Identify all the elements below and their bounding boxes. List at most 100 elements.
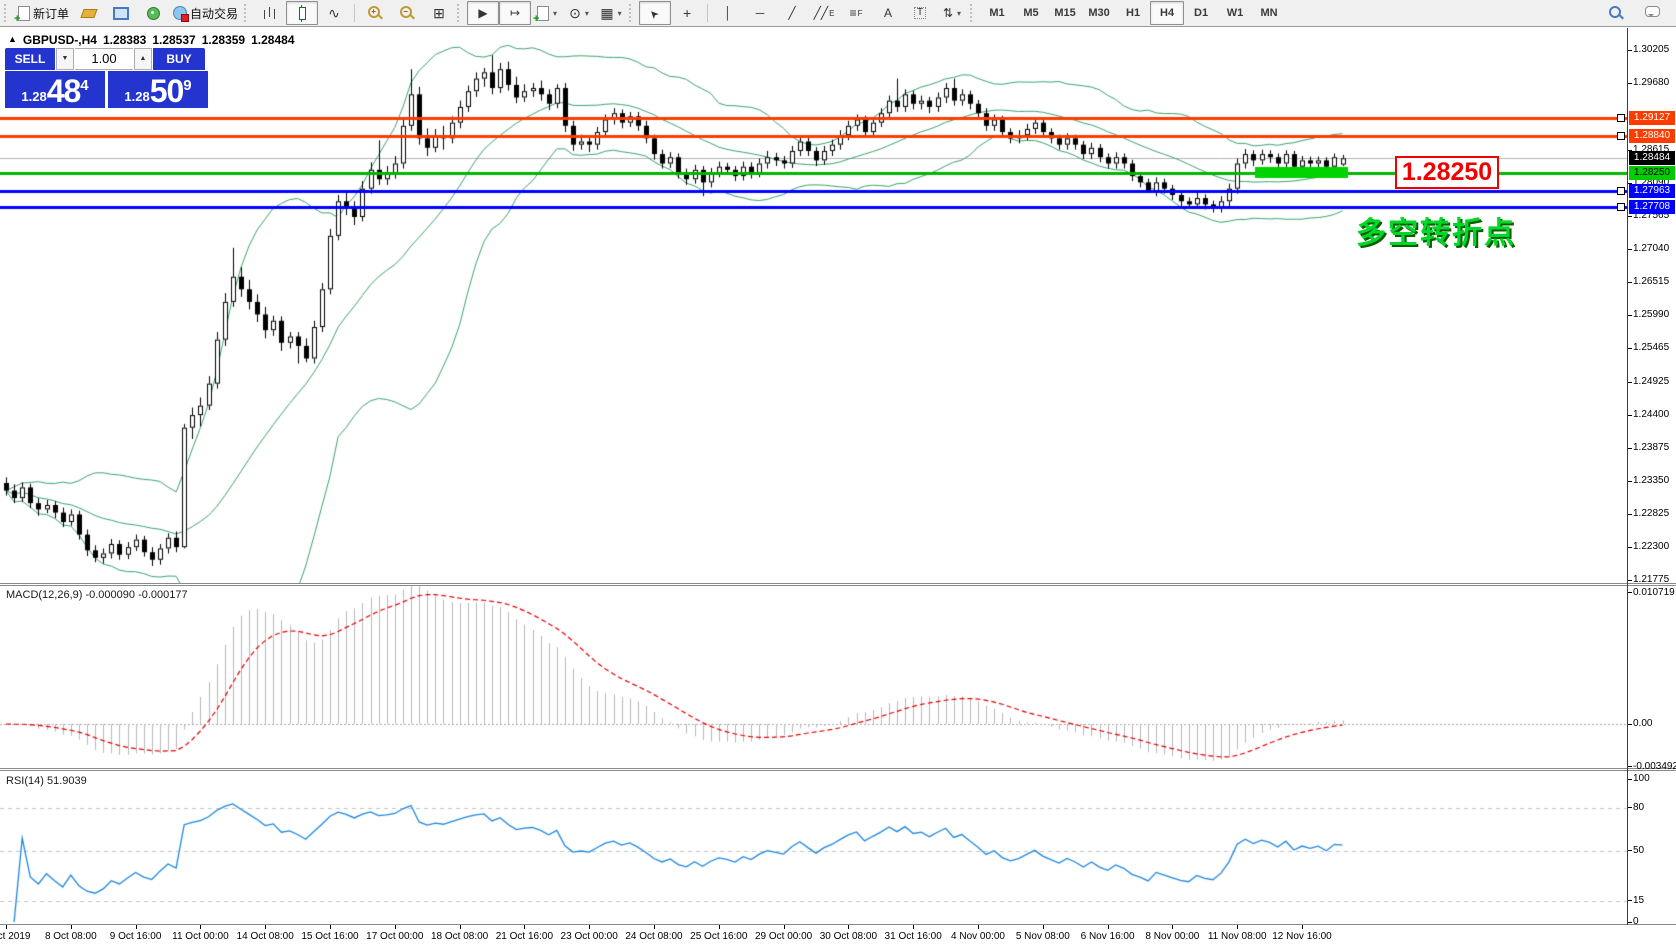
cursor-button[interactable]: ➤: [639, 1, 672, 25]
sell-button[interactable]: SELL: [5, 48, 55, 70]
macd-axis-tick: [1628, 723, 1632, 725]
timeframe-d1-button[interactable]: D1: [1184, 1, 1218, 25]
sell-price-prefix: 1.28: [21, 89, 47, 104]
toolbar-group: ➤ +: [639, 0, 703, 26]
templates-button[interactable]: ▦ ▾: [595, 1, 627, 25]
time-axis-tick: [395, 925, 396, 929]
main-chart-canvas[interactable]: [0, 28, 1627, 584]
timeframe-h1-button[interactable]: H1: [1116, 1, 1150, 25]
toolbar-group: ∿: [254, 0, 350, 26]
pane-separator[interactable]: [0, 770, 1676, 771]
time-axis-tick: [1172, 925, 1173, 929]
horizontal-line-button[interactable]: ─: [744, 1, 776, 25]
candlestick-chart-icon: [298, 4, 306, 22]
turning-point-text-object[interactable]: 多空转折点: [1356, 218, 1516, 250]
signals-button[interactable]: [137, 1, 169, 25]
line-object-handle[interactable]: [1617, 113, 1625, 122]
toolbar-grip: [244, 4, 250, 22]
auto-trading-button[interactable]: 自动交易: [169, 1, 242, 25]
price-axis-tick: [1628, 248, 1632, 250]
timeframe-w1-button-label: W1: [1226, 7, 1244, 19]
auto-scroll-button[interactable]: ▶: [467, 1, 500, 25]
new-order-button-label: 新订单: [33, 6, 70, 21]
zoom-out-icon: [399, 5, 415, 21]
styler-button[interactable]: [73, 1, 105, 25]
new-order-button[interactable]: 新订单: [14, 1, 73, 25]
timeframe-m5-button[interactable]: M5: [1014, 1, 1048, 25]
line-object-handle[interactable]: [1617, 131, 1625, 140]
line-object-handle[interactable]: [1617, 187, 1625, 195]
time-axis-tick: [200, 925, 201, 929]
arrows-button[interactable]: ⇅ ▾: [936, 1, 968, 25]
zoom-out-button[interactable]: [391, 1, 423, 25]
rsi-pane-canvas[interactable]: [0, 770, 1627, 924]
crosshair-button[interactable]: +: [671, 1, 703, 25]
timeframe-m30-button[interactable]: M30: [1082, 1, 1116, 25]
price-axis-tick: [1628, 381, 1632, 383]
trendline-button[interactable]: ╱: [776, 1, 808, 25]
rsi-axis-label: 0: [1633, 916, 1639, 927]
timeframe-mn-button[interactable]: MN: [1252, 1, 1286, 25]
channel-button[interactable]: ╱╱ E: [808, 1, 840, 25]
text-label-button[interactable]: T: [904, 1, 936, 25]
time-axis-tick: [654, 925, 655, 929]
toolbar-group: ⊞: [423, 0, 455, 26]
text-icon: A: [884, 6, 893, 20]
indicators-button[interactable]: ▾: [531, 1, 563, 25]
line-chart-button[interactable]: ∿: [318, 1, 350, 25]
time-axis-tick: [1043, 925, 1044, 929]
time-axis-tick: [265, 925, 266, 929]
price-line-label: 1.27963: [1629, 184, 1675, 198]
trendline-icon: ╱: [788, 6, 796, 20]
price-line-label: 1.28840: [1629, 128, 1675, 143]
timeframe-m1-button[interactable]: M1: [980, 1, 1014, 25]
time-axis-tick: [71, 925, 72, 929]
chat-button[interactable]: [1636, 1, 1668, 25]
price-axis-label: 1.21775: [1633, 574, 1670, 586]
ohlc-low: 1.28359: [201, 33, 246, 47]
vertical-line-button[interactable]: │: [712, 1, 744, 25]
candlestick-chart-button[interactable]: [286, 1, 319, 25]
price-axis-tick: [1628, 215, 1632, 217]
periods-button[interactable]: ⊙ ▾: [563, 1, 595, 25]
indicators-icon: [533, 5, 550, 25]
fibonacci-button[interactable]: ≡ F: [840, 1, 872, 25]
text-button[interactable]: A: [872, 1, 904, 25]
rsi-axis-tick: [1628, 900, 1632, 902]
collapse-panel-arrow-icon[interactable]: ▲: [8, 34, 17, 47]
timeframe-w1-button[interactable]: W1: [1218, 1, 1252, 25]
market-watch-icon: [113, 6, 130, 20]
volume-input[interactable]: [75, 48, 133, 70]
rsi-axis-label: 15: [1633, 894, 1645, 906]
timeframe-h4-button[interactable]: H4: [1150, 1, 1185, 25]
line-object-handle[interactable]: [1617, 203, 1625, 212]
rsi-axis-tick: [1628, 850, 1632, 851]
chart-shift-button[interactable]: ↦: [499, 1, 532, 25]
price-callout-object[interactable]: 1.28250: [1395, 156, 1499, 189]
pane-separator[interactable]: [0, 583, 1676, 584]
tile-windows-button[interactable]: ⊞: [423, 1, 455, 25]
buy-price-display[interactable]: 1.28 50 9: [108, 71, 208, 108]
zoom-in-button[interactable]: [359, 1, 391, 25]
sell-price-display[interactable]: 1.28 48 4: [5, 71, 105, 108]
pane-separator[interactable]: [0, 768, 1676, 769]
buy-button[interactable]: BUY: [153, 48, 205, 70]
search-button[interactable]: [1600, 1, 1632, 25]
pane-separator[interactable]: [0, 585, 1676, 586]
market-watch-button[interactable]: [105, 1, 137, 25]
cursor-icon: ➤: [647, 5, 663, 21]
macd-axis-tick: [1628, 592, 1632, 594]
price-axis-label: 1.27040: [1633, 243, 1670, 255]
timeframe-m15-button[interactable]: M15: [1048, 1, 1082, 25]
chart-header: ▲ GBPUSD-,H4 1.28383 1.28537 1.28359 1.2…: [8, 33, 295, 47]
horizontal-line-icon: ─: [755, 6, 765, 20]
macd-axis-label: -0.003492: [1633, 760, 1676, 772]
time-axis-tick: [589, 925, 590, 929]
auto-trading-icon: [173, 6, 190, 22]
volume-decrease-button[interactable]: ▼: [56, 48, 74, 70]
dropdown-caret-icon: ▾: [553, 8, 558, 18]
bar-chart-button[interactable]: [254, 1, 286, 25]
macd-pane-canvas[interactable]: [0, 584, 1627, 768]
price-axis-tick: [1628, 513, 1632, 515]
volume-increase-button[interactable]: ▲: [134, 48, 152, 70]
